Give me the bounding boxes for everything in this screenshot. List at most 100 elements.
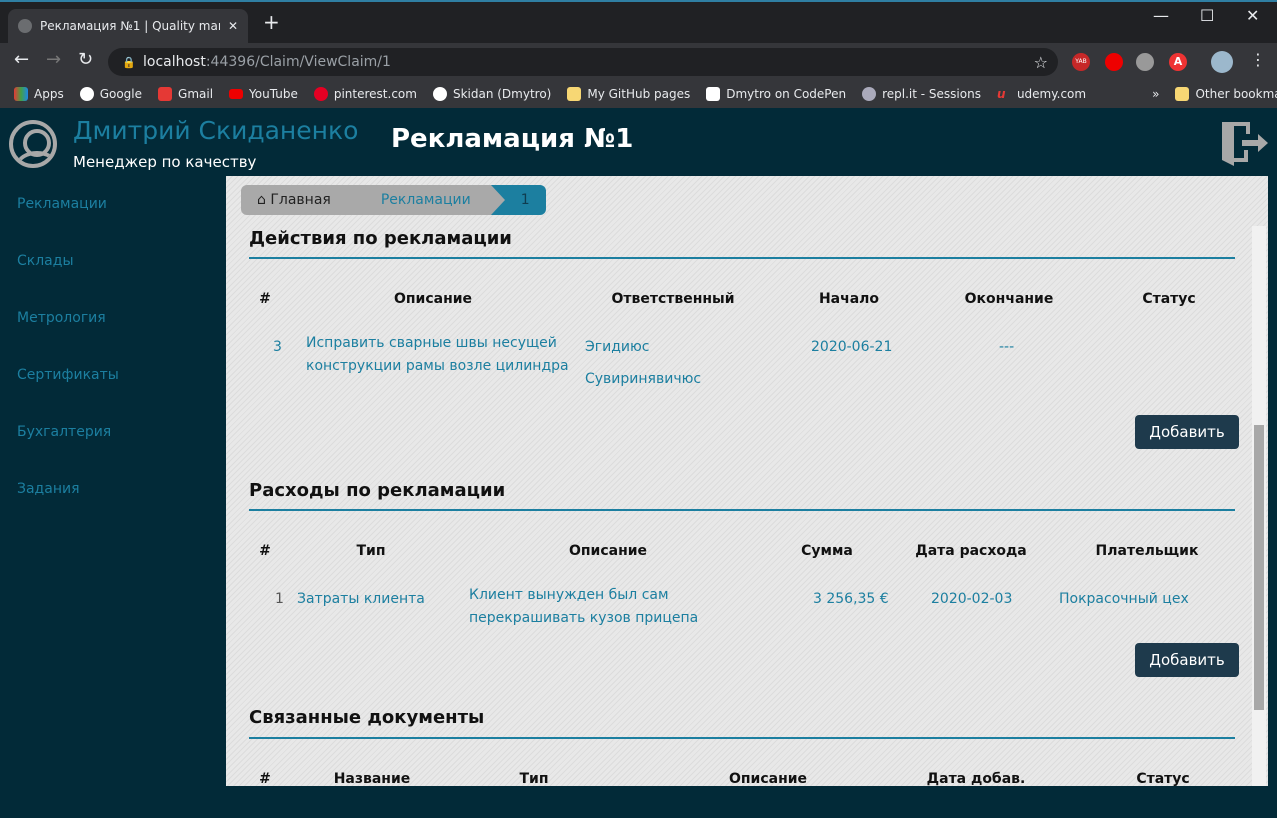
expense-payer: Покрасочный цех bbox=[1059, 591, 1189, 607]
add-expense-button[interactable]: Добавить bbox=[1135, 643, 1239, 677]
breadcrumb-claims[interactable]: Рекламации bbox=[350, 185, 505, 215]
bookmark-apps[interactable]: Apps bbox=[14, 86, 64, 101]
pinterest-icon bbox=[313, 86, 328, 101]
bookmark-github[interactable]: Skidan (Dmytro) bbox=[432, 86, 551, 101]
apps-icon bbox=[14, 86, 28, 101]
action-end-date: --- bbox=[999, 339, 1015, 355]
bookmark-udemy[interactable]: u udemy.com bbox=[997, 87, 1086, 101]
close-tab-icon[interactable]: ✕ bbox=[228, 19, 238, 33]
action-number: 3 bbox=[273, 339, 282, 355]
divider bbox=[249, 257, 1235, 259]
github-icon bbox=[432, 86, 447, 101]
sidebar-item-accounting[interactable]: Бухгалтерия bbox=[0, 404, 226, 461]
column-header: Плательщик bbox=[1095, 543, 1199, 559]
bookmark-google[interactable]: Google bbox=[79, 86, 142, 101]
other-bookmarks[interactable]: Other bookmarks bbox=[1175, 86, 1277, 101]
action-responsible[interactable]: Эгидиюс bbox=[585, 336, 650, 359]
minimize-button[interactable]: — bbox=[1153, 6, 1169, 25]
sidebar-item-claims[interactable]: Рекламации bbox=[0, 176, 226, 233]
bookmark-pinterest[interactable]: pinterest.com bbox=[313, 86, 417, 101]
expense-number: 1 bbox=[275, 591, 284, 607]
breadcrumb: ⌂ Главная Рекламации 1 bbox=[241, 185, 546, 215]
user-avatar-icon bbox=[9, 120, 57, 168]
column-header: # bbox=[259, 291, 271, 307]
adblock-extension-icon[interactable] bbox=[1105, 53, 1123, 71]
film-extension-icon[interactable] bbox=[1136, 53, 1154, 71]
user-name[interactable]: Дмитрий Скиданенко bbox=[73, 116, 358, 145]
sidebar-item-tasks[interactable]: Задания bbox=[0, 461, 226, 518]
documents-title: Связанные документы bbox=[249, 707, 485, 728]
divider bbox=[249, 509, 1235, 511]
column-header: Тип bbox=[519, 771, 549, 786]
lock-icon: 🔒 bbox=[122, 55, 136, 69]
codepen-icon bbox=[706, 86, 721, 101]
menu-icon[interactable]: ⋮ bbox=[1250, 50, 1266, 69]
main-content: ⌂ Главная Рекламации 1 Действия по рекла… bbox=[226, 176, 1268, 786]
column-header: Название bbox=[333, 771, 411, 786]
expense-date: 2020-02-03 bbox=[931, 591, 1013, 607]
user-role: Менеджер по качеству bbox=[73, 153, 257, 171]
column-header: Окончание bbox=[964, 291, 1054, 307]
column-header: # bbox=[259, 771, 271, 786]
add-action-button[interactable]: Добавить bbox=[1135, 415, 1239, 449]
sidebar: Рекламации Склады Метрология Сертификаты… bbox=[0, 176, 226, 518]
logout-icon[interactable] bbox=[1220, 120, 1270, 168]
new-tab-button[interactable]: + bbox=[263, 10, 280, 34]
gmail-icon bbox=[158, 86, 173, 101]
bookmark-replit[interactable]: repl.it - Sessions bbox=[862, 86, 981, 101]
udemy-icon: u bbox=[996, 86, 1006, 101]
bookmark-github-pages[interactable]: My GitHub pages bbox=[567, 86, 690, 101]
page-title: Рекламация №1 bbox=[391, 124, 634, 154]
column-header: Описание bbox=[728, 771, 808, 786]
column-header: Тип bbox=[356, 543, 386, 559]
angular-extension-icon[interactable]: A bbox=[1169, 53, 1187, 71]
home-icon: ⌂ bbox=[257, 192, 271, 208]
expense-type: Затраты клиента bbox=[297, 591, 425, 607]
expense-amount: 3 256,35 € bbox=[813, 591, 889, 607]
breadcrumb-home[interactable]: ⌂ Главная bbox=[241, 185, 365, 215]
column-header: Статус bbox=[1136, 771, 1190, 786]
column-header: Статус bbox=[1142, 291, 1196, 307]
column-header: # bbox=[259, 543, 271, 559]
address-bar[interactable]: 🔒 localhost:44396/Claim/ViewClaim/1 ☆ bbox=[108, 48, 1058, 76]
forward-button[interactable]: → bbox=[46, 49, 61, 70]
replit-icon bbox=[862, 86, 877, 101]
google-icon bbox=[79, 86, 94, 101]
reload-button[interactable]: ↻ bbox=[78, 49, 93, 70]
bookmark-gmail[interactable]: Gmail bbox=[158, 86, 213, 101]
folder-icon bbox=[567, 86, 582, 101]
browser-tab[interactable]: Рекламация №1 | Quality manag ✕ bbox=[8, 9, 248, 43]
expense-description[interactable]: Клиент вынужден был сам перекрашивать ку… bbox=[469, 584, 714, 630]
url-path: :44396/Claim/ViewClaim/1 bbox=[205, 54, 391, 70]
scrollbar-thumb[interactable] bbox=[1254, 425, 1264, 710]
sidebar-item-warehouses[interactable]: Склады bbox=[0, 233, 226, 290]
tab-title: Рекламация №1 | Quality manag bbox=[40, 19, 220, 33]
bookmark-youtube[interactable]: YouTube bbox=[229, 87, 298, 101]
close-window-button[interactable]: ✕ bbox=[1246, 6, 1259, 25]
action-responsible[interactable]: Сувиринявичюс bbox=[585, 368, 701, 391]
profile-avatar[interactable] bbox=[1211, 51, 1233, 73]
more-bookmarks-button[interactable]: » bbox=[1152, 87, 1159, 101]
folder-icon bbox=[1175, 86, 1190, 101]
sidebar-item-certificates[interactable]: Сертификаты bbox=[0, 347, 226, 404]
column-header: Дата добав. bbox=[926, 771, 1026, 786]
column-header: Начало bbox=[818, 291, 880, 307]
column-header: Сумма bbox=[801, 543, 853, 559]
globe-icon bbox=[18, 19, 32, 33]
youtube-icon bbox=[229, 88, 244, 99]
column-header: Дата расхода bbox=[915, 543, 1027, 559]
yab-extension-icon[interactable]: YAB bbox=[1072, 53, 1090, 71]
back-button[interactable]: ← bbox=[14, 49, 29, 70]
action-start-date: 2020-06-21 bbox=[811, 339, 893, 355]
action-description[interactable]: Исправить сварные швы несущей конструкци… bbox=[306, 332, 571, 378]
bookmark-codepen[interactable]: Dmytro on CodePen bbox=[706, 86, 846, 101]
actions-title: Действия по рекламации bbox=[249, 228, 512, 249]
bookmarks-bar: Apps Google Gmail YouTube pinterest.com … bbox=[0, 79, 1277, 108]
url-host: localhost bbox=[143, 54, 206, 70]
column-header: Ответственный bbox=[611, 291, 735, 307]
maximize-button[interactable]: ☐ bbox=[1200, 6, 1214, 25]
column-header: Описание bbox=[568, 543, 648, 559]
sidebar-item-metrology[interactable]: Метрология bbox=[0, 290, 226, 347]
divider bbox=[249, 737, 1235, 739]
star-icon[interactable]: ☆ bbox=[1034, 53, 1048, 72]
